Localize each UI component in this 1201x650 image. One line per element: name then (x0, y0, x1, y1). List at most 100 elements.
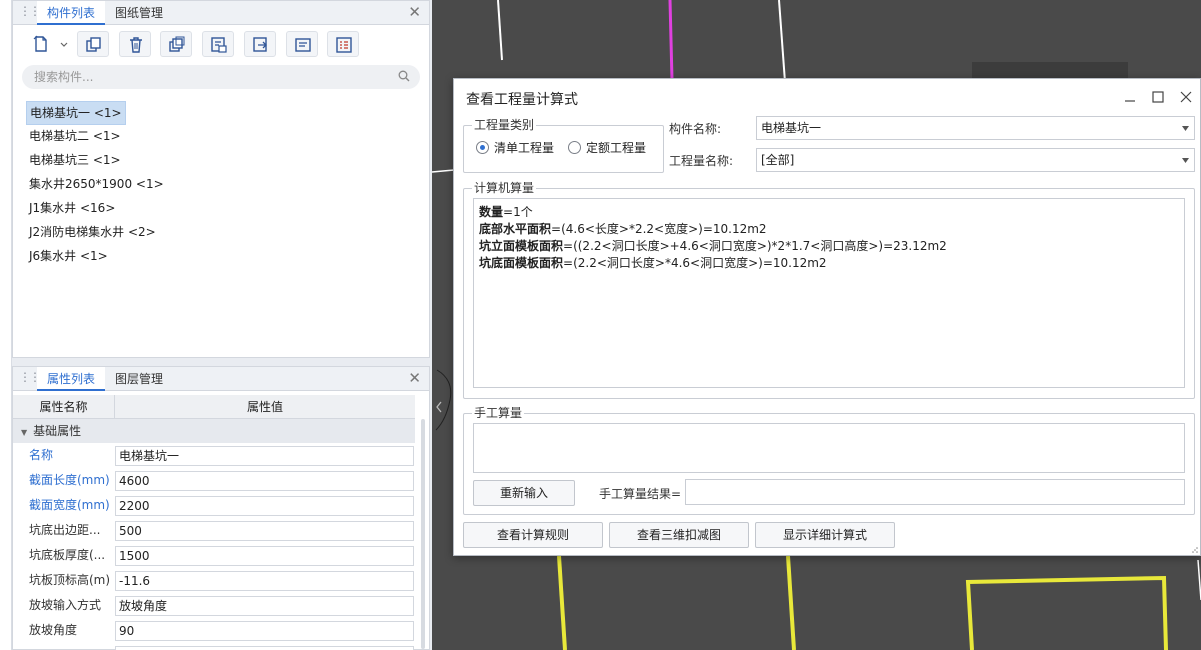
close-icon[interactable] (1176, 87, 1196, 107)
calc-key: 坑底面模板面积 (479, 256, 564, 270)
calc-formula: =1个 (503, 205, 533, 219)
new-component-icon (33, 35, 47, 52)
rename-icon (295, 38, 311, 52)
component-list-panel: ⋮⋮ 构件列表 图纸管理 ✕ 搜索构件... 电梯基坑一 <1> 电梯基坑二 <… (12, 0, 430, 358)
chevron-down-icon (1182, 126, 1189, 131)
search-icon[interactable] (398, 70, 410, 82)
table-row: 坑底板厚度(... 1500 (13, 543, 415, 568)
copy-icon (86, 37, 101, 52)
property-scrollbar[interactable] (421, 419, 425, 649)
calc-formula: =(2.2<洞口长度>*4.6<洞口宽度>)=10.12m2 (563, 256, 827, 270)
property-value-input[interactable]: 500 (115, 521, 414, 541)
view-calc-rules-button[interactable]: 查看计算规则 (463, 522, 603, 548)
property-value-input[interactable]: -11.6 (115, 571, 414, 591)
property-name: 坑板顶标高(m) (29, 573, 111, 587)
table-row: 截面宽度(mm) 2200 (13, 493, 415, 518)
property-name: 放坡角度 (29, 623, 78, 637)
chevron-down-icon[interactable] (59, 39, 69, 49)
tab-drawing-management[interactable]: 图纸管理 (105, 1, 173, 25)
tab-layer-management[interactable]: 图层管理 (105, 367, 173, 391)
minimize-icon[interactable] (1120, 87, 1140, 107)
table-row: 截面长度(mm) 4600 (13, 468, 415, 493)
component-panel-tabbar: ⋮⋮ 构件列表 图纸管理 ✕ (13, 1, 429, 25)
component-item-sump-2650[interactable]: 集水井2650*1900 <1> (26, 173, 416, 197)
view-3d-deduction-button[interactable]: 查看三维扣减图 (609, 522, 749, 548)
property-name: 名称 (29, 448, 54, 462)
component-search-input[interactable] (34, 68, 384, 86)
component-name-value: 电梯基坑一 (761, 121, 822, 135)
table-row (13, 643, 415, 650)
panel-collapse-handle-icon[interactable] (432, 390, 446, 424)
canvas-line-white (432, 169, 455, 173)
quantity-name-label: 工程量名称: (669, 154, 734, 168)
calc-key: 数量 (479, 205, 504, 219)
delete-component-button[interactable] (119, 31, 151, 57)
duplicate-layer-button[interactable] (160, 31, 192, 57)
column-header-value: 属性值 (246, 400, 283, 414)
component-item-elevator-pit-2[interactable]: 电梯基坑二 <1> (26, 125, 416, 149)
close-icon[interactable]: ✕ (408, 3, 421, 21)
duplicate-icon (169, 36, 185, 52)
radio-bill-quantity[interactable]: 清单工程量 (476, 140, 554, 156)
component-item-j6-sump[interactable]: J6集水井 <1> (26, 245, 416, 269)
calc-formula: =(4.6<长度>*2.2<宽度>)=10.12m2 (551, 222, 767, 236)
component-item-j2-fire-elevator-sump[interactable]: J2消防电梯集水井 <2> (26, 221, 416, 245)
quantity-type-legend: 工程量类别 (472, 118, 537, 132)
drag-grip-icon[interactable]: ⋮⋮ (19, 370, 41, 384)
property-value-input[interactable]: 电梯基坑一 (115, 446, 414, 466)
property-value-input[interactable]: 1500 (115, 546, 414, 566)
canvas-line-yellow (786, 555, 796, 650)
component-properties-button[interactable] (327, 31, 359, 57)
component-item-elevator-pit-1[interactable]: 电梯基坑一 <1> (26, 101, 126, 125)
copy-component-button[interactable] (77, 31, 109, 57)
radio-unchecked-icon (568, 141, 581, 154)
radio-quota-quantity[interactable]: 定额工程量 (568, 140, 646, 156)
property-value-input[interactable]: 4600 (115, 471, 414, 491)
quantity-name-select[interactable]: [全部] (756, 148, 1195, 172)
calc-line-quantity: 数量=1个 (479, 204, 1179, 221)
show-detailed-formula-button[interactable]: 显示详细计算式 (755, 522, 895, 548)
radio-label: 定额工程量 (586, 141, 647, 155)
manual-result-input[interactable] (685, 479, 1185, 505)
tab-component-list[interactable]: 构件列表 (37, 1, 106, 25)
canvas-line-yellow (557, 555, 567, 650)
property-name: 截面宽度(mm) (29, 498, 110, 512)
copy-from-floor-button[interactable] (202, 31, 234, 57)
property-value-input[interactable]: 90 (115, 621, 414, 641)
close-icon[interactable]: ✕ (408, 369, 421, 387)
reenter-button[interactable]: 重新输入 (473, 480, 575, 506)
computer-calc-textarea[interactable]: 数量=1个 底部水平面积=(4.6<长度>*2.2<宽度>)=10.12m2 坑… (473, 198, 1185, 388)
component-item-elevator-pit-3[interactable]: 电梯基坑三 <1> (26, 149, 416, 173)
table-row: 坑板顶标高(m) -11.6 (13, 568, 415, 593)
property-panel-tabbar: ⋮⋮ 属性列表 图层管理 ✕ (13, 367, 429, 391)
property-group-basic[interactable]: ▼ 基础属性 (13, 419, 415, 443)
drag-grip-icon[interactable]: ⋮⋮ (19, 4, 41, 18)
component-name-select[interactable]: 电梯基坑一 (756, 116, 1195, 140)
tab-property-list[interactable]: 属性列表 (37, 367, 106, 391)
manual-calc-textarea[interactable] (473, 423, 1185, 473)
table-row: 名称 电梯基坑一 (13, 443, 415, 468)
maximize-icon[interactable] (1148, 87, 1168, 107)
property-value-input[interactable] (115, 646, 414, 650)
dialog-title: 查看工程量计算式 (466, 92, 578, 108)
rename-component-button[interactable] (286, 31, 318, 57)
property-table-header: 属性名称 属性值 (13, 395, 415, 419)
property-value-input[interactable]: 放坡角度 (115, 596, 414, 616)
canvas-line-magenta (668, 0, 674, 81)
table-row: 放坡输入方式 放坡角度 (13, 593, 415, 618)
left-edge-strip (0, 0, 12, 650)
component-list: 电梯基坑一 <1> 电梯基坑二 <1> 电梯基坑三 <1> 集水井2650*19… (26, 101, 416, 269)
canvas-line-white (497, 0, 503, 61)
property-table: 属性名称 属性值 ▼ 基础属性 名称 电梯基坑一 截面长度(mm) 4600 截面… (13, 395, 415, 650)
property-name (29, 643, 113, 650)
floor-copy-icon (211, 37, 227, 53)
collapse-triangle-icon[interactable]: ▼ (21, 428, 27, 437)
export-component-button[interactable] (244, 31, 276, 57)
component-item-j1-sump[interactable]: J1集水井 <16> (26, 197, 416, 221)
property-value-input[interactable]: 2200 (115, 496, 414, 516)
new-component-button[interactable] (25, 31, 55, 57)
column-header-name: 属性名称 (13, 395, 115, 419)
calc-key: 坑立面模板面积 (479, 239, 564, 253)
property-name: 坑底出边距... (29, 523, 101, 537)
resize-grip-icon[interactable] (1190, 545, 1198, 553)
